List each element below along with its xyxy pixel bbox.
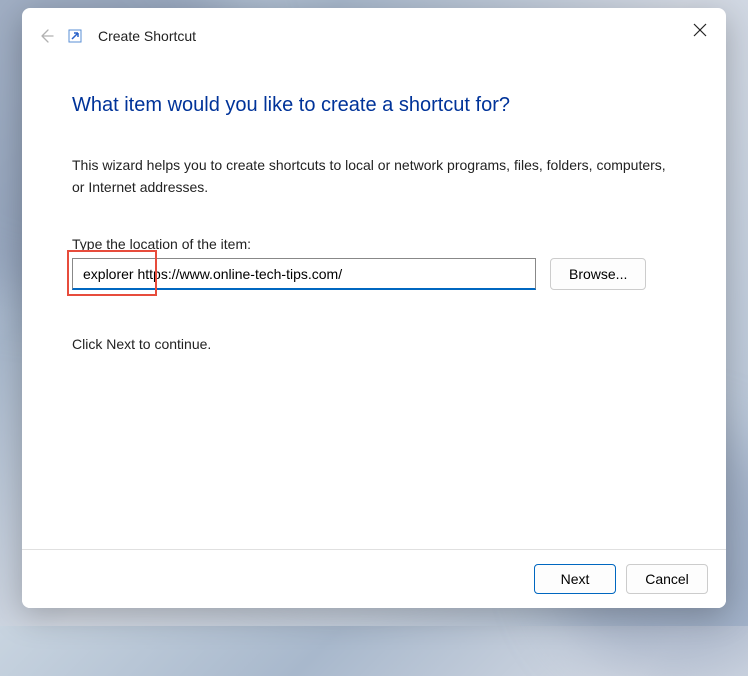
- main-heading: What item would you like to create a sho…: [72, 94, 676, 117]
- dialog-footer: Next Cancel: [22, 549, 726, 608]
- create-shortcut-dialog: Create Shortcut What item would you like…: [22, 8, 726, 608]
- next-button[interactable]: Next: [534, 564, 616, 594]
- back-arrow-icon: [38, 28, 54, 44]
- back-button[interactable]: [36, 26, 56, 46]
- location-label: Type the location of the item:: [72, 236, 676, 252]
- continue-text: Click Next to continue.: [72, 336, 676, 352]
- dialog-header: Create Shortcut: [22, 8, 726, 54]
- shortcut-icon: [68, 29, 82, 43]
- dialog-content: What item would you like to create a sho…: [22, 54, 726, 549]
- close-icon: [693, 23, 707, 37]
- location-input[interactable]: [72, 258, 536, 290]
- close-button[interactable]: [688, 18, 712, 42]
- help-text: This wizard helps you to create shortcut…: [72, 155, 676, 198]
- cancel-button[interactable]: Cancel: [626, 564, 708, 594]
- dialog-title: Create Shortcut: [98, 28, 196, 44]
- browse-button[interactable]: Browse...: [550, 258, 646, 290]
